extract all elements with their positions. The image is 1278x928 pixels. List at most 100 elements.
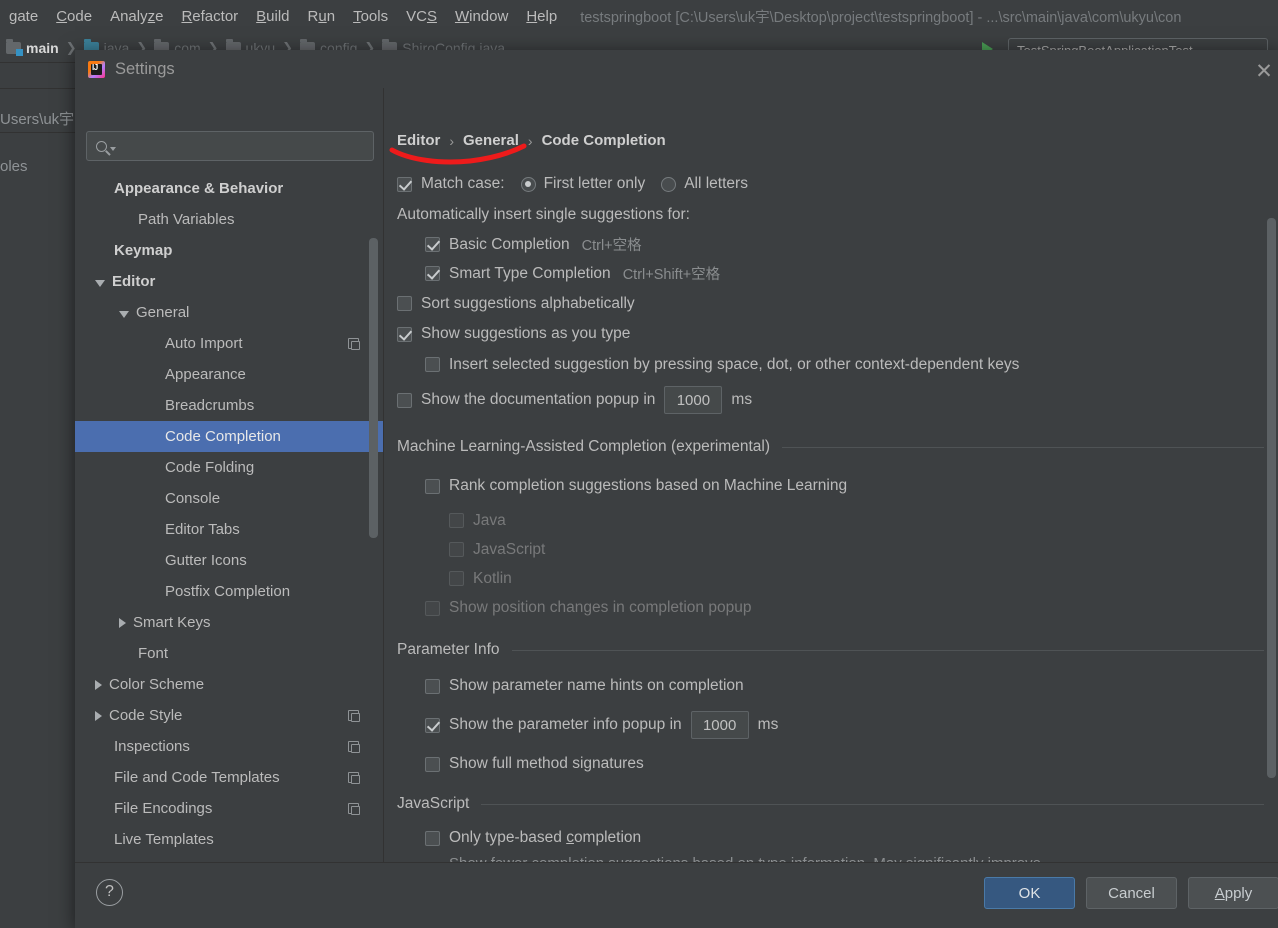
menu-item-tools[interactable]: Tools (344, 0, 397, 33)
show-as-you-type-checkbox[interactable] (397, 326, 412, 342)
param-popup-delay-input[interactable]: 1000 (690, 711, 749, 739)
sidebar-item-color-scheme[interactable]: Color Scheme (75, 669, 383, 700)
breadcrumb-editor[interactable]: Editor (397, 132, 440, 149)
divider (0, 88, 75, 89)
divider (511, 649, 1264, 651)
rank-ml-checkbox[interactable] (425, 478, 440, 494)
sidebar-item-breadcrumbs[interactable]: Breadcrumbs (75, 390, 383, 421)
sidebar-item-label: Auto Import (165, 335, 243, 352)
breadcrumb-general[interactable]: General (463, 132, 519, 149)
window-title: testspringboot [C:\Users\uk宇\Desktop\pro… (580, 10, 1182, 26)
settings-search-field[interactable] (86, 131, 374, 161)
doc-popup-checkbox[interactable] (397, 392, 412, 408)
ml-kotlin-row: Kotlin (449, 564, 1264, 593)
copy-settings-icon[interactable] (348, 772, 360, 784)
match-case-checkbox[interactable] (397, 176, 412, 192)
sidebar-scrollbar-thumb[interactable] (369, 238, 378, 538)
doc-popup-delay-input[interactable]: 1000 (664, 386, 723, 414)
copy-settings-icon[interactable] (348, 338, 360, 350)
only-type-based-checkbox[interactable] (425, 830, 440, 846)
navbar-module[interactable]: main (6, 38, 59, 56)
doc-popup-row: Show the documentation popup in 1000 ms (397, 380, 1264, 420)
settings-tree: Appearance & Behavior Path Variables Keyma… (75, 173, 383, 900)
sidebar-item-font[interactable]: Font (75, 638, 383, 669)
sidebar-item-label: Path Variables (138, 211, 235, 228)
show-position-changes-row: Show position changes in completion popu… (425, 593, 1264, 623)
label-mnemonic: c (566, 829, 574, 846)
sidebar-item-postfix-completion[interactable]: Postfix Completion (75, 576, 383, 607)
sidebar-item-code-completion[interactable]: Code Completion (75, 421, 383, 452)
sidebar-item-editor[interactable]: Editor (75, 266, 383, 297)
menu-item-window[interactable]: Window (446, 0, 517, 33)
ml-kotlin-checkbox[interactable] (449, 571, 464, 586)
sidebar-item-smart-keys[interactable]: Smart Keys (75, 607, 383, 638)
sidebar-item-appearance[interactable]: Appearance (75, 359, 383, 390)
chevron-right-icon[interactable] (95, 679, 102, 690)
show-position-changes-label: Show position changes in completion popu… (449, 599, 752, 616)
smart-type-completion-checkbox[interactable] (425, 266, 440, 281)
ide-menu-bar: gate Code Analyze Refactor Build Run Too… (0, 0, 1278, 33)
sidebar-item-general[interactable]: General (75, 297, 383, 328)
menu-item-analyze[interactable]: Analyze (101, 0, 172, 33)
full-signatures-checkbox[interactable] (425, 756, 440, 772)
settings-content-panel: Editor › General › Code Completion Match… (384, 88, 1278, 900)
menu-item-vcs[interactable]: VCS (397, 0, 446, 33)
chevron-down-icon[interactable] (119, 310, 129, 318)
menu-item-help[interactable]: Help (517, 0, 566, 33)
chevron-down-icon (110, 146, 116, 151)
menu-item-run[interactable]: Run (299, 0, 345, 33)
copy-settings-icon[interactable] (348, 803, 360, 815)
param-name-hints-label: Show parameter name hints on completion (449, 677, 744, 694)
sidebar-item-code-folding[interactable]: Code Folding (75, 452, 383, 483)
sidebar-item-appearance-behavior[interactable]: Appearance & Behavior (75, 173, 383, 204)
smart-type-completion-label: Smart Type Completion (449, 264, 611, 282)
basic-completion-checkbox[interactable] (425, 237, 440, 252)
label-post: ompletion (573, 829, 642, 846)
menu-item-navigate[interactable]: gate (0, 0, 47, 33)
ml-javascript-checkbox[interactable] (449, 542, 464, 557)
sort-alphabetically-checkbox[interactable] (397, 296, 412, 311)
menu-item-build[interactable]: Build (247, 0, 298, 33)
apply-button[interactable]: Apply (1188, 877, 1278, 909)
chevron-down-icon[interactable] (95, 279, 105, 287)
basic-completion-row: Basic Completion Ctrl+空格 (425, 230, 1264, 259)
show-position-changes-checkbox[interactable] (425, 600, 440, 616)
param-popup-delay-checkbox[interactable] (425, 717, 440, 733)
sidebar-item-label: Code Folding (165, 459, 255, 476)
ml-java-row: Java (449, 506, 1264, 535)
sidebar-item-console[interactable]: Console (75, 483, 383, 514)
sidebar-item-file-encodings[interactable]: File Encodings (75, 793, 383, 824)
sidebar-item-path-variables[interactable]: Path Variables (75, 204, 383, 235)
sidebar-item-label: Smart Keys (133, 614, 211, 631)
menu-item-refactor[interactable]: Refactor (172, 0, 247, 33)
help-button[interactable]: ? (96, 879, 123, 906)
insert-on-keys-checkbox[interactable] (425, 357, 440, 372)
sidebar-item-label: Gutter Icons (165, 552, 247, 569)
sidebar-item-keymap[interactable]: Keymap (75, 235, 383, 266)
sidebar-item-inspections[interactable]: Inspections (75, 731, 383, 762)
sidebar-item-code-style[interactable]: Code Style (75, 700, 383, 731)
content-scrollbar-thumb[interactable] (1267, 218, 1276, 778)
chevron-right-icon[interactable] (95, 710, 102, 721)
ok-button[interactable]: OK (984, 877, 1075, 909)
only-type-based-row: Only type-based completion (425, 823, 1264, 853)
chevron-right-icon[interactable] (119, 617, 126, 628)
param-name-hints-checkbox[interactable] (425, 678, 440, 694)
dialog-title: Settings (115, 59, 175, 78)
sidebar-item-gutter-icons[interactable]: Gutter Icons (75, 545, 383, 576)
all-letters-radio[interactable] (661, 176, 677, 192)
sidebar-item-editor-tabs[interactable]: Editor Tabs (75, 514, 383, 545)
cancel-button[interactable]: Cancel (1086, 877, 1177, 909)
ml-section-title: Machine Learning-Assisted Completion (ex… (397, 438, 771, 455)
first-letter-only-radio[interactable] (520, 176, 536, 192)
close-icon[interactable]: ✕ (1250, 58, 1278, 86)
copy-settings-icon[interactable] (348, 741, 360, 753)
sidebar-item-file-and-code-templates[interactable]: File and Code Templates (75, 762, 383, 793)
menu-item-code[interactable]: Code (47, 0, 101, 33)
match-case-row: Match case: First letter only All letter… (397, 168, 1264, 200)
sidebar-item-auto-import[interactable]: Auto Import (75, 328, 383, 359)
ml-java-checkbox[interactable] (449, 513, 464, 528)
sidebar-item-live-templates[interactable]: Live Templates (75, 824, 383, 855)
copy-settings-icon[interactable] (348, 710, 360, 722)
param-popup-delay-row: Show the parameter info popup in 1000 ms (425, 705, 1264, 745)
